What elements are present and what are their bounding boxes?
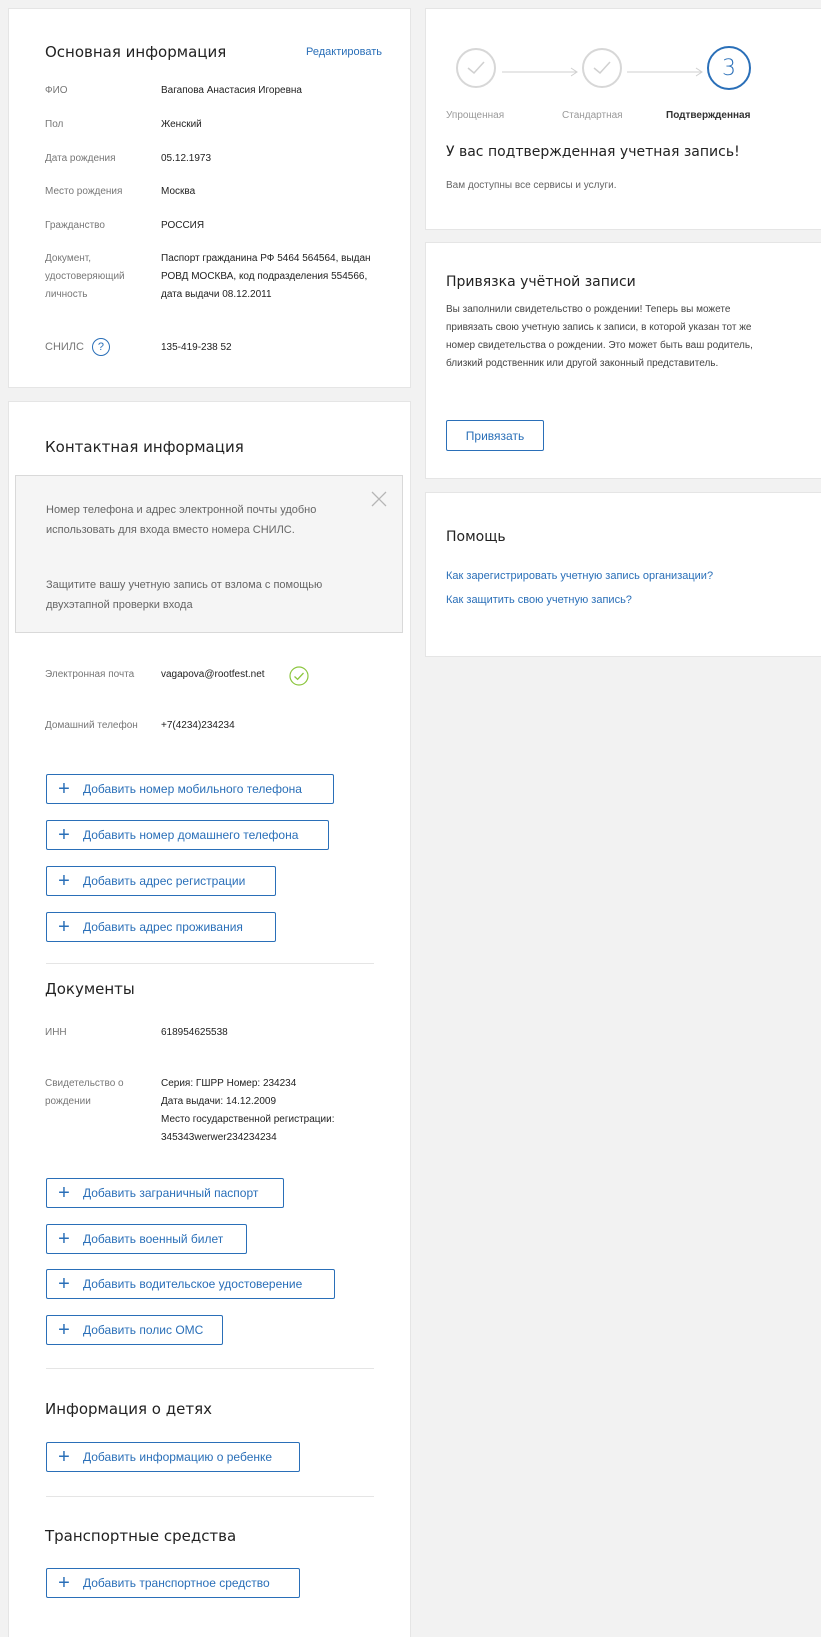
step-2-label: Стандартная [562,110,623,121]
help-icon[interactable]: ? [91,338,110,356]
button-label: Добавить адрес регистрации [83,874,246,888]
documents-title: Документы [45,980,135,998]
binding-title: Привязка учётной записи [446,274,636,290]
plus-icon: + [58,1273,70,1295]
email-label: Электронная почта [45,669,135,680]
add-oms-policy-button[interactable]: + Добавить полис ОМС [46,1315,223,1345]
add-residence-address-button[interactable]: + Добавить адрес проживания [46,912,276,942]
help-title: Помощь [446,529,506,545]
contact-title: Контактная информация [45,438,244,456]
field-value-snils: 135-419-238 52 [161,342,232,353]
divider [46,1496,374,1497]
add-vehicle-button[interactable]: + Добавить транспортное средство [46,1568,300,1598]
button-label: Добавить номер мобильного телефона [83,782,302,796]
field-value-id-document: Паспорт гражданина РФ 5464 564564, выдан… [161,253,371,300]
button-label: Добавить военный билет [83,1232,224,1246]
add-military-id-button[interactable]: + Добавить военный билет [46,1224,247,1254]
field-label-gender: Пол [45,119,64,130]
divider [46,1368,374,1369]
field-value-fio: Вагапова Анастасия Игоревна [161,85,302,96]
plus-icon: + [58,1319,70,1341]
check-icon [467,61,485,75]
field-value-birthdate: 05.12.1973 [161,153,212,164]
children-title: Информация о детях [45,1400,212,1418]
login-tip-notice: Номер телефона и адрес электронной почты… [15,475,403,633]
add-drivers-license-button[interactable]: + Добавить водительское удостоверение [46,1269,335,1299]
field-label-fio: ФИО [45,85,68,96]
step-3-label: Подтвержденная [666,110,751,121]
birth-cert-line-2: Дата выдачи: 14.12.2009 [161,1096,276,1107]
step-2-circle [582,48,622,88]
birth-cert-line-1: Серия: ГШРР Номер: 234234 [161,1078,297,1089]
basic-info-card: Основная информация Редактировать ФИО Ва… [8,8,411,388]
snils-label-text: СНИЛС [45,341,84,353]
account-level-card: 3 Упрощенная Стандартная Подтвержденная … [425,8,821,230]
email-value: vagapova@rootfest.net [161,669,265,680]
add-child-info-button[interactable]: + Добавить информацию о ребенке [46,1442,300,1472]
field-label-birthdate: Дата рождения [45,153,116,164]
add-registration-address-button[interactable]: + Добавить адрес регистрации [46,866,276,896]
field-label-citizenship: Гражданство [45,220,105,231]
vehicles-title: Транспортные средства [45,1527,237,1545]
check-icon [593,61,611,75]
account-status-text: Вам доступны все сервисы и услуги. [446,180,617,191]
basic-info-title: Основная информация [45,43,227,61]
verified-check-icon [289,666,309,686]
step-3-circle: 3 [707,46,751,90]
button-label: Добавить адрес проживания [83,920,243,934]
account-status-title: У вас подтвержденная учетная запись! [446,144,740,160]
home-phone-value: +7(4234)234234 [161,720,235,731]
plus-icon: + [58,870,70,892]
plus-icon: + [58,1446,70,1468]
divider [46,963,374,964]
edit-link[interactable]: Редактировать [306,46,382,58]
field-value-citizenship: РОССИЯ [161,220,205,231]
button-label: Добавить номер домашнего телефона [83,828,299,842]
field-value-gender: Женский [161,119,202,130]
field-value-birthplace: Москва [161,186,196,197]
plus-icon: + [58,824,70,846]
help-card: Помощь Как зарегистрировать учетную запи… [425,492,821,657]
plus-icon: + [58,1228,70,1250]
plus-icon: + [58,778,70,800]
add-home-phone-button[interactable]: + Добавить номер домашнего телефона [46,820,329,850]
button-label: Добавить заграничный паспорт [83,1186,259,1200]
add-mobile-phone-button[interactable]: + Добавить номер мобильного телефона [46,774,334,804]
step-3-number: 3 [722,55,736,81]
plus-icon: + [58,1182,70,1204]
birth-cert-line-3: Место государственной регистрации: [161,1114,335,1125]
notice-text-1: Номер телефона и адрес электронной почты… [46,504,317,536]
account-binding-card: Привязка учётной записи Вы заполнили сви… [425,242,821,479]
field-label-snils: СНИЛС ? [45,338,110,356]
home-phone-label: Домашний телефон [45,720,138,731]
bind-button[interactable]: Привязать [446,420,544,451]
button-label: Добавить транспортное средство [83,1576,270,1590]
close-icon[interactable] [370,490,388,508]
step-connector [627,64,707,77]
birth-cert-line-4: 345343werwer234234234 [161,1132,277,1143]
contact-card: Контактная информация Номер телефона и а… [8,401,411,1637]
step-1-label: Упрощенная [446,110,505,121]
add-foreign-passport-button[interactable]: + Добавить заграничный паспорт [46,1178,284,1208]
plus-icon: + [58,1572,70,1594]
binding-text: Вы заполнили свидетельство о рождении! Т… [446,304,753,369]
button-label: Добавить полис ОМС [83,1323,204,1337]
button-label: Добавить информацию о ребенке [83,1450,273,1464]
button-label: Добавить водительское удостоверение [83,1277,303,1291]
plus-icon: + [58,916,70,938]
inn-label: ИНН [45,1027,67,1038]
step-1-circle [456,48,496,88]
inn-value: 618954625538 [161,1027,228,1038]
help-link-protect-account[interactable]: Как защитить свою учетную запись? [446,594,632,606]
help-link-register-organization[interactable]: Как зарегистрировать учетную запись орга… [446,570,713,582]
field-label-id-document: Документ, удостоверяющий личность [45,253,125,300]
field-label-birthplace: Место рождения [45,186,123,197]
step-connector [502,64,582,77]
notice-text-2: Защитите вашу учетную запись от взлома с… [46,579,323,611]
birth-cert-label: Свидетельство о рождении [45,1078,124,1107]
